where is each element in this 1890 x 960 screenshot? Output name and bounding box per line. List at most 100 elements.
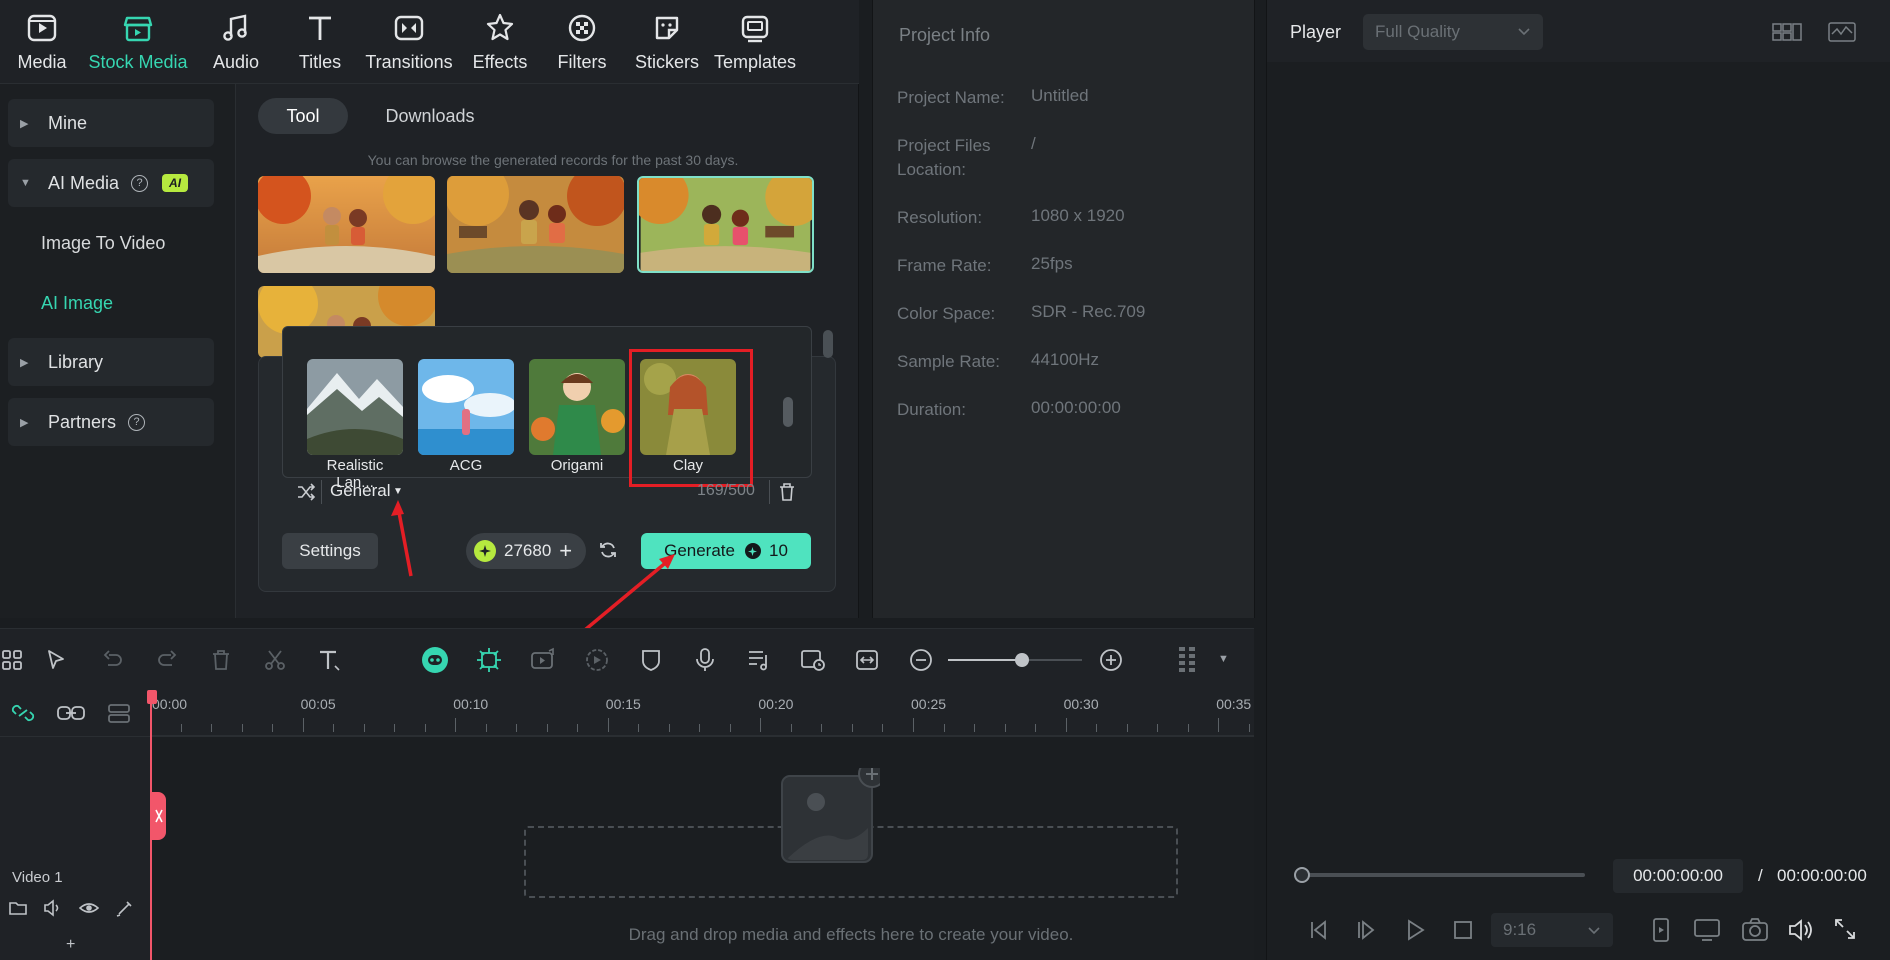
link-icon[interactable] bbox=[10, 702, 36, 724]
help-icon[interactable]: ? bbox=[128, 413, 146, 431]
fullscreen-device-icon[interactable] bbox=[1649, 917, 1673, 943]
shield-icon[interactable] bbox=[634, 643, 668, 677]
generated-image-1[interactable] bbox=[258, 176, 435, 273]
sidebar-item-ai-media[interactable]: ▼ AI Media ? AI bbox=[8, 159, 214, 207]
track-audio-icon[interactable] bbox=[43, 898, 63, 918]
toolbar-stickers[interactable]: Stickers bbox=[632, 10, 702, 78]
sidebar-item-ai-image[interactable]: AI Image bbox=[41, 293, 113, 314]
add-credits-icon[interactable]: + bbox=[559, 538, 572, 564]
fit-icon[interactable] bbox=[850, 643, 884, 677]
smart-cutout-icon[interactable] bbox=[472, 643, 506, 677]
origami-thumbnail[interactable] bbox=[529, 359, 625, 455]
aspect-ratio-dropdown[interactable]: 9:16 bbox=[1491, 913, 1613, 947]
previous-frame-icon[interactable] bbox=[1307, 918, 1331, 942]
ai-copilot-icon[interactable] bbox=[418, 643, 452, 677]
generated-image-3-selected[interactable] bbox=[637, 176, 814, 273]
zoom-in-icon[interactable] bbox=[1094, 643, 1128, 677]
toolbar-templates[interactable]: Templates bbox=[714, 10, 796, 78]
settings-button[interactable]: Settings bbox=[282, 533, 378, 569]
sidebar-library-label: Library bbox=[48, 351, 104, 372]
audio-list-icon[interactable] bbox=[742, 643, 776, 677]
layout-icon[interactable] bbox=[0, 643, 29, 677]
toolbar-effects[interactable]: Effects bbox=[472, 10, 528, 78]
lock-edit-icon[interactable] bbox=[115, 898, 135, 918]
toolbar-media[interactable]: Media bbox=[16, 10, 68, 78]
sidebar-item-partners[interactable]: ▶ Partners ? bbox=[8, 398, 214, 446]
expand-arrow-icon: ▶ bbox=[20, 356, 29, 369]
playhead-handle[interactable] bbox=[147, 690, 157, 704]
text-tool-icon[interactable] bbox=[312, 643, 346, 677]
player-header: Player Full Quality bbox=[1267, 0, 1890, 62]
dropdown-arrow-icon[interactable]: ▼ bbox=[393, 486, 403, 497]
split-icon[interactable] bbox=[258, 643, 292, 677]
quality-value: Full Quality bbox=[1375, 22, 1461, 41]
ruler-tick-label: 00:20 bbox=[758, 696, 794, 712]
current-time[interactable]: 00:00:00:00 bbox=[1613, 859, 1743, 893]
quality-dropdown[interactable]: Full Quality bbox=[1363, 14, 1543, 50]
scrubber-handle[interactable] bbox=[1294, 867, 1310, 883]
toolbar-titles[interactable]: Titles bbox=[292, 10, 348, 78]
generate-button[interactable]: Generate 10 bbox=[641, 533, 811, 569]
undo-icon[interactable] bbox=[96, 643, 130, 677]
ruler-tick bbox=[1187, 724, 1189, 732]
timeline-ruler: 00:00 00:05 00:10 00:15 00:20 00:25 00:30 00:35 bbox=[150, 690, 1254, 736]
toolbar-filters[interactable]: Filters bbox=[556, 10, 608, 78]
sidebar-item-library[interactable]: ▶ Library bbox=[8, 338, 214, 386]
ruler-tick-label: 00:30 bbox=[1063, 696, 1099, 712]
volume-icon[interactable] bbox=[1787, 917, 1815, 943]
toolbar-stock-media[interactable]: Stock Media bbox=[88, 10, 188, 78]
shuffle-icon[interactable] bbox=[296, 482, 316, 502]
auto-reframe-icon[interactable] bbox=[796, 643, 830, 677]
redo-icon[interactable] bbox=[150, 643, 184, 677]
group-link-icon[interactable] bbox=[56, 702, 86, 724]
playhead-split-tab[interactable] bbox=[150, 792, 166, 840]
track-layout-icon[interactable] bbox=[106, 702, 132, 724]
expand-icon[interactable] bbox=[1833, 917, 1857, 941]
folder-icon[interactable] bbox=[8, 898, 28, 918]
add-track-icon[interactable]: + bbox=[66, 936, 75, 954]
speed-icon[interactable] bbox=[580, 643, 614, 677]
category-dropdown[interactable]: General bbox=[330, 481, 390, 501]
image-to-video-icon[interactable] bbox=[526, 643, 560, 677]
refresh-icon[interactable] bbox=[598, 540, 618, 560]
zoom-slider-handle[interactable] bbox=[1014, 653, 1029, 667]
style-scrollbar[interactable] bbox=[783, 397, 793, 427]
tab-tool[interactable]: Tool bbox=[258, 98, 348, 134]
tab-downloads[interactable]: Downloads bbox=[370, 98, 490, 134]
next-frame-icon[interactable] bbox=[1355, 918, 1379, 942]
ruler-tick-label: 00:15 bbox=[605, 696, 641, 712]
sidebar-item-mine[interactable]: ▶ Mine bbox=[8, 99, 214, 147]
play-icon[interactable] bbox=[1403, 918, 1427, 942]
zoom-out-icon[interactable] bbox=[904, 643, 938, 677]
aspect-ratio-value: 9:16 bbox=[1503, 920, 1537, 939]
waveform-icon[interactable] bbox=[1827, 20, 1857, 44]
landscape-thumbnail[interactable] bbox=[307, 359, 403, 455]
microphone-icon[interactable] bbox=[688, 643, 722, 677]
toolbar-audio[interactable]: Audio bbox=[210, 10, 262, 78]
monitor-icon[interactable] bbox=[1693, 917, 1721, 943]
generated-image-2[interactable] bbox=[447, 176, 624, 273]
anime-thumbnail[interactable] bbox=[418, 359, 514, 455]
trash-icon[interactable] bbox=[778, 482, 796, 502]
frame-rate-key: Frame Rate: bbox=[897, 256, 992, 275]
sidebar-partners-label: Partners bbox=[48, 411, 117, 432]
left-sidebar: ▶ Mine ▼ AI Media ? AI Image To Video AI… bbox=[0, 84, 236, 618]
layout-grid-icon[interactable] bbox=[1771, 20, 1803, 44]
customize-grid-icon[interactable] bbox=[1170, 643, 1204, 677]
credits-pill[interactable]: 27680 + bbox=[466, 533, 586, 569]
sidebar-item-image-to-video[interactable]: Image To Video bbox=[41, 233, 165, 254]
panel-scrollbar[interactable] bbox=[823, 330, 833, 358]
color-space-key: Color Space: bbox=[897, 304, 996, 323]
toolbar-transitions[interactable]: Transitions bbox=[362, 10, 456, 78]
stop-icon[interactable] bbox=[1451, 918, 1475, 942]
eye-icon[interactable] bbox=[79, 898, 99, 918]
toolbar-titles-label: Titles bbox=[298, 52, 342, 72]
select-tool-icon[interactable] bbox=[40, 643, 74, 677]
generate-label: Generate bbox=[664, 541, 735, 560]
delete-icon[interactable] bbox=[204, 643, 238, 677]
snapshot-icon[interactable] bbox=[1741, 917, 1769, 943]
help-icon[interactable]: ? bbox=[131, 174, 149, 192]
playback-scrubber[interactable] bbox=[1303, 873, 1585, 877]
toolbar-more-arrow-icon[interactable]: ▼ bbox=[1218, 653, 1229, 665]
ruler-tick bbox=[1096, 724, 1098, 732]
